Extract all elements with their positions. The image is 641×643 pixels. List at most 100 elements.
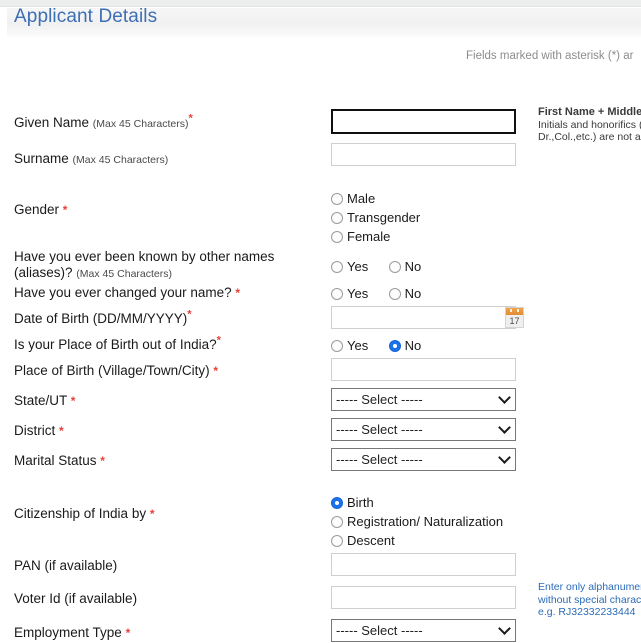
radio-circle-icon[interactable] [388, 260, 401, 273]
label-gender-text: Gender [14, 202, 60, 217]
surname-input[interactable] [331, 143, 516, 166]
required-marker: * [62, 203, 68, 217]
label-gender: Gender * [14, 202, 67, 218]
label-given-name-text: Given Name [14, 115, 90, 130]
radio-circle-icon[interactable] [388, 287, 401, 300]
label-pan-text: PAN (if available) [14, 558, 118, 573]
radio-circle-icon[interactable] [388, 339, 401, 352]
radio-option-citizenship-descent[interactable]: Descent [331, 531, 503, 550]
given-name-input[interactable] [331, 109, 516, 134]
hint-name-format-title: First Name + Middle N [538, 106, 641, 118]
place-of-birth-input[interactable] [331, 358, 516, 381]
radio-circle-icon[interactable] [331, 515, 343, 528]
employment-type-select[interactable]: ----- Select ----- [331, 619, 516, 642]
label-place-of-birth: Place of Birth (Village/Town/City) * [14, 363, 218, 379]
field-given-name [331, 109, 516, 134]
dob-input[interactable] [331, 306, 516, 329]
hint-id-format-line1: Enter only alphanumeri [538, 581, 641, 593]
label-employment-type: Employment Type * [14, 625, 130, 641]
label-voter-id: Voter Id (if available) [14, 591, 137, 607]
marital-status-select[interactable]: ----- Select ----- [331, 448, 516, 471]
radio-label[interactable]: Female [347, 229, 390, 244]
required-marker: * [149, 507, 155, 521]
radio-option-pob-no[interactable]: No [388, 336, 422, 355]
field-voter-id [331, 586, 516, 609]
radio-circle-icon[interactable] [331, 230, 343, 243]
required-marker: * [100, 454, 105, 468]
radio-label[interactable]: Registration/ Naturalization [347, 514, 503, 529]
radio-circle-icon[interactable] [331, 534, 343, 547]
required-marker: * [235, 286, 241, 300]
radio-group-changed-name: Yes No [331, 284, 437, 305]
field-surname [331, 143, 516, 166]
radio-group-gender: Male Transgender Female [331, 189, 420, 246]
radio-circle-icon[interactable] [331, 192, 343, 205]
radio-circle-icon[interactable] [331, 260, 343, 273]
label-district-text: District [14, 423, 56, 438]
radio-circle-icon[interactable] [331, 211, 343, 224]
radio-label[interactable]: Yes [347, 338, 368, 353]
required-marker: * [213, 364, 219, 378]
radio-label[interactable]: Yes [347, 286, 368, 301]
hint-name-format-line1: Initials and honorifics (e [538, 118, 641, 131]
page-title: Applicant Details [14, 6, 158, 27]
radio-label[interactable]: Transgender [347, 210, 420, 225]
field-marital-status: ----- Select ----- [331, 448, 516, 471]
label-surname: Surname (Max 45 Characters) [14, 151, 168, 168]
radio-option-aliases-yes[interactable]: Yes [331, 257, 368, 276]
radio-option-gender-transgender[interactable]: Transgender [331, 208, 420, 227]
district-select[interactable]: ----- Select ----- [331, 418, 516, 441]
field-district: ----- Select ----- [331, 418, 516, 441]
state-ut-select[interactable]: ----- Select ----- [331, 388, 516, 411]
radio-label[interactable]: Male [347, 191, 375, 206]
calendar-icon-day: 17 [509, 316, 520, 326]
label-aliases: Have you ever been known by other names … [14, 249, 314, 282]
label-marital-status: Marital Status * [14, 453, 105, 469]
radio-option-citizenship-birth[interactable]: Birth [331, 493, 503, 512]
radio-option-gender-female[interactable]: Female [331, 227, 420, 246]
field-state-ut: ----- Select ----- [331, 388, 516, 411]
field-dob: 17 [331, 306, 524, 329]
radio-option-gender-male[interactable]: Male [331, 189, 420, 208]
voter-id-input[interactable] [331, 586, 516, 609]
radio-option-citizenship-registration[interactable]: Registration/ Naturalization [331, 512, 503, 531]
radio-group-aliases: Yes No [331, 257, 437, 278]
label-surname-text: Surname [14, 151, 69, 166]
radio-circle-icon[interactable] [331, 496, 343, 509]
hint-id-format-line3: e.g. RJ32332233444 [538, 606, 636, 618]
radio-option-changed-name-no[interactable]: No [388, 284, 422, 303]
radio-group-citizenship: Birth Registration/ Naturalization Desce… [331, 493, 503, 550]
left-rail [0, 8, 7, 37]
radio-label[interactable]: Descent [347, 533, 395, 548]
label-place-of-birth-text: Place of Birth (Village/Town/City) [14, 363, 210, 378]
label-given-name-sub: (Max 45 Characters) [92, 118, 189, 130]
radio-circle-icon[interactable] [331, 287, 343, 300]
label-state-ut: State/UT * [14, 393, 75, 409]
label-changed-name-text: Have you ever changed your name? [14, 285, 232, 300]
radio-option-pob-yes[interactable]: Yes [331, 336, 368, 355]
label-state-ut-text: State/UT [14, 393, 68, 408]
label-changed-name: Have you ever changed your name? * [14, 285, 240, 301]
radio-option-aliases-no[interactable]: No [388, 257, 422, 276]
radio-label[interactable]: No [405, 338, 422, 353]
required-marker: * [216, 334, 221, 347]
radio-label[interactable]: No [405, 259, 422, 274]
hint-id-format-line2: without special charact [538, 593, 641, 606]
calendar-icon[interactable]: 17 [505, 307, 524, 328]
calendar-icon-header [506, 308, 523, 315]
label-surname-sub: (Max 45 Characters) [72, 154, 169, 166]
radio-label[interactable]: Yes [347, 259, 368, 274]
required-marker: * [59, 424, 64, 438]
pan-input[interactable] [331, 553, 516, 576]
required-marker: * [70, 394, 76, 408]
radio-label[interactable]: Birth [347, 495, 374, 510]
radio-circle-icon[interactable] [331, 339, 343, 352]
label-dob-text: Date of Birth (DD/MM/YYYY) [14, 311, 188, 326]
radio-label[interactable]: No [405, 286, 422, 301]
required-marker: * [125, 626, 131, 640]
label-district: District * [14, 423, 64, 439]
label-citizenship-text: Citizenship of India by [14, 506, 147, 521]
hint-id-format: Enter only alphanumeri without special c… [538, 581, 641, 619]
radio-option-changed-name-yes[interactable]: Yes [331, 284, 368, 303]
hint-name-format-line2: Dr.,Col.,etc.) are not all [538, 131, 641, 143]
